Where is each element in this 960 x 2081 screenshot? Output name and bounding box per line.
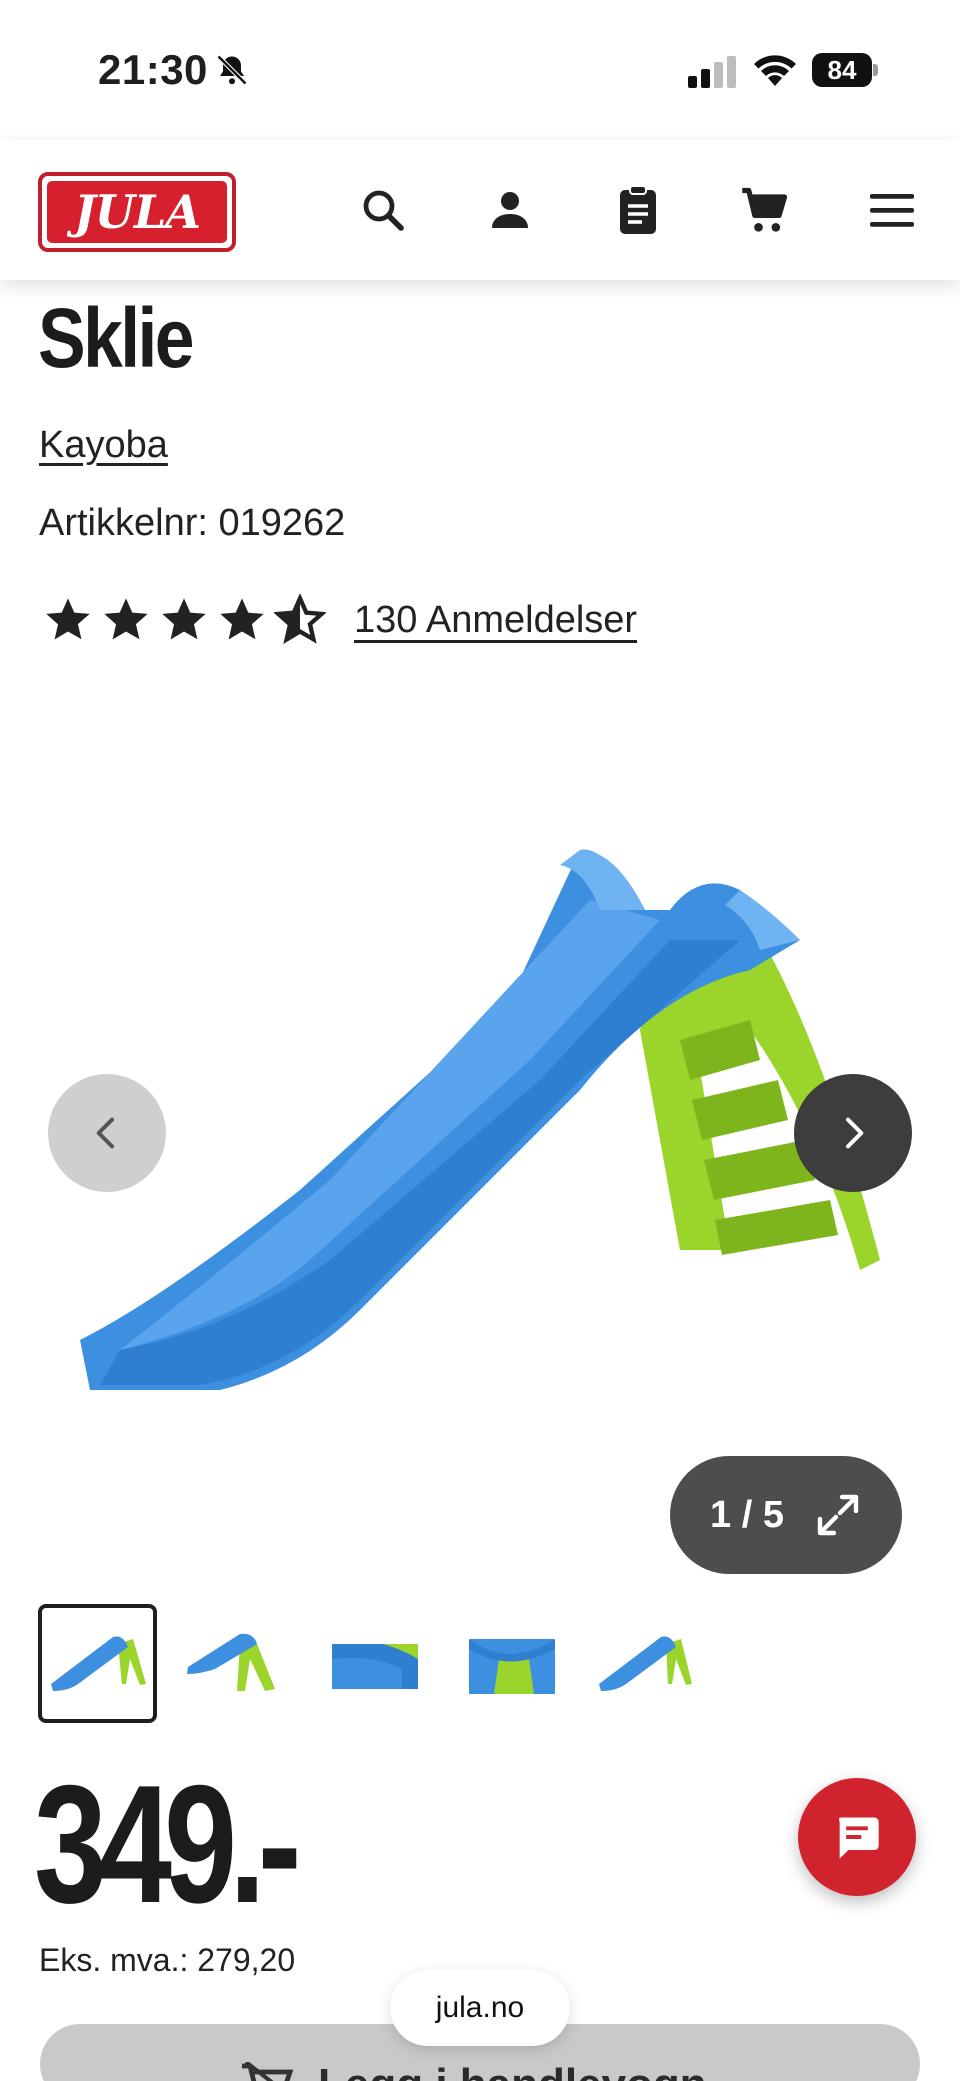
chat-bubble-icon <box>839 1817 879 1859</box>
status-bar: 21:30 84 <box>0 0 960 140</box>
cart-add-icon <box>242 2062 294 2081</box>
browser-url-pill[interactable]: jula.no <box>390 1970 570 2046</box>
logo-text: JULA <box>74 185 201 239</box>
account-icon[interactable] <box>482 182 538 238</box>
gallery-prev-button[interactable] <box>48 1074 166 1192</box>
search-icon[interactable] <box>355 182 411 238</box>
thumbnail-5[interactable] <box>586 1604 705 1723</box>
thumbnail-2[interactable] <box>175 1604 294 1723</box>
menu-icon[interactable] <box>864 182 920 238</box>
thumbnail-4[interactable] <box>449 1604 568 1723</box>
gallery-counter-button[interactable]: 1 / 5 <box>670 1456 902 1574</box>
cellular-signal-icon <box>688 56 736 88</box>
product-title: Sklie <box>38 291 195 385</box>
add-to-cart-label: Legg i handlevogn <box>318 2060 707 2081</box>
chevron-left-icon <box>96 1117 114 1149</box>
status-time: 21:30 <box>98 46 208 93</box>
product-price: 349.- <box>34 1750 301 1938</box>
cart-icon[interactable] <box>737 182 793 238</box>
brand-link[interactable]: Kayoba <box>39 424 168 467</box>
article-number: Artikkelnr: 019262 <box>39 502 346 544</box>
gallery-next-button[interactable] <box>794 1074 912 1192</box>
price-excl-vat: Eks. mva.: 279,20 <box>39 1942 296 1978</box>
chevron-right-icon <box>846 1117 864 1149</box>
star-full-icon <box>46 598 90 640</box>
star-half-icon <box>274 594 326 644</box>
star-full-icon <box>104 598 148 640</box>
jula-logo[interactable]: JULA <box>38 172 236 252</box>
gallery-counter: 1 / 5 <box>710 1493 784 1536</box>
star-full-icon <box>220 598 264 640</box>
battery-level: 84 <box>812 53 872 87</box>
thumbnail-3[interactable] <box>312 1604 431 1723</box>
rating: 130 Anmeldelser <box>42 594 637 646</box>
clipboard-icon[interactable] <box>610 182 666 238</box>
thumbnail-strip <box>38 1604 705 1723</box>
battery-icon: 84 <box>812 53 878 87</box>
reviews-link[interactable]: 130 Anmeldelser <box>354 599 637 642</box>
image-gallery: 1 / 5 <box>0 690 960 1590</box>
browser-url: jula.no <box>435 1991 525 2024</box>
thumbnail-1[interactable] <box>38 1604 157 1723</box>
star-full-icon <box>162 598 206 640</box>
expand-icon <box>817 1494 859 1536</box>
wifi-icon <box>754 55 796 86</box>
silent-bell-icon <box>216 54 248 86</box>
site-header: JULA <box>0 140 960 280</box>
chat-button[interactable] <box>798 1778 916 1896</box>
slide-product-image[interactable] <box>60 830 900 1430</box>
